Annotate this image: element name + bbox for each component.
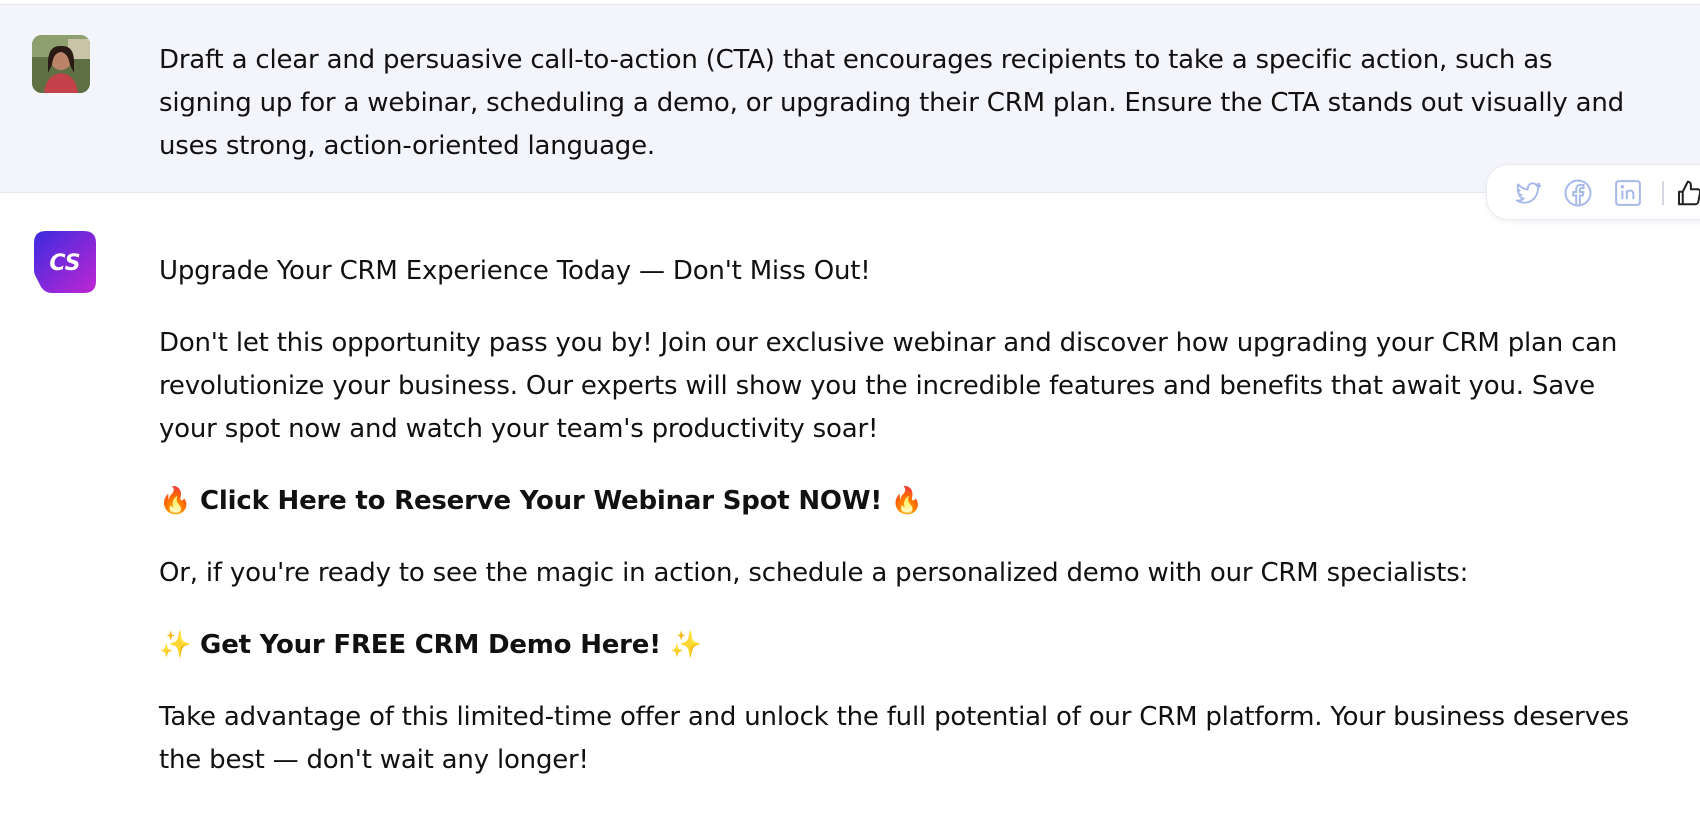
cta-webinar: 🔥 Click Here to Reserve Your Webinar Spo… bbox=[159, 480, 1639, 523]
cta-demo: ✨ Get Your FREE CRM Demo Here! ✨ bbox=[159, 624, 1639, 667]
user-message-text: Draft a clear and persuasive call-to-act… bbox=[159, 45, 1624, 161]
facebook-icon[interactable] bbox=[1562, 177, 1594, 209]
user-avatar bbox=[32, 35, 90, 93]
cta-demo-text: Get Your FREE CRM Demo Here! bbox=[200, 630, 661, 660]
fire-emoji: 🔥 bbox=[890, 486, 924, 516]
twitter-icon[interactable] bbox=[1512, 177, 1544, 209]
chat-page: Draft a clear and persuasive call-to-act… bbox=[0, 0, 1700, 834]
assistant-paragraph: Or, if you're ready to see the magic in … bbox=[159, 558, 1469, 588]
cta-webinar-text: Click Here to Reserve Your Webinar Spot … bbox=[200, 486, 882, 516]
fire-emoji: 🔥 bbox=[159, 486, 192, 516]
thumbs-up-icon[interactable] bbox=[1673, 177, 1700, 209]
user-message: Draft a clear and persuasive call-to-act… bbox=[0, 4, 1700, 193]
assistant-message: Upgrade Your CRM Experience Today — Don'… bbox=[159, 250, 1639, 782]
sparkles-emoji: ✨ bbox=[159, 630, 192, 660]
share-toolbar bbox=[1486, 164, 1700, 220]
sparkles-emoji: ✨ bbox=[669, 630, 702, 660]
toolbar-divider bbox=[1662, 181, 1664, 205]
assistant-avatar: CS bbox=[34, 231, 96, 293]
linkedin-icon[interactable] bbox=[1612, 177, 1644, 209]
assistant-avatar-label: CS bbox=[49, 251, 80, 276]
assistant-paragraph: Take advantage of this limited-time offe… bbox=[159, 702, 1629, 775]
assistant-paragraph: Don't let this opportunity pass you by! … bbox=[159, 328, 1618, 444]
assistant-heading: Upgrade Your CRM Experience Today — Don'… bbox=[159, 256, 871, 286]
